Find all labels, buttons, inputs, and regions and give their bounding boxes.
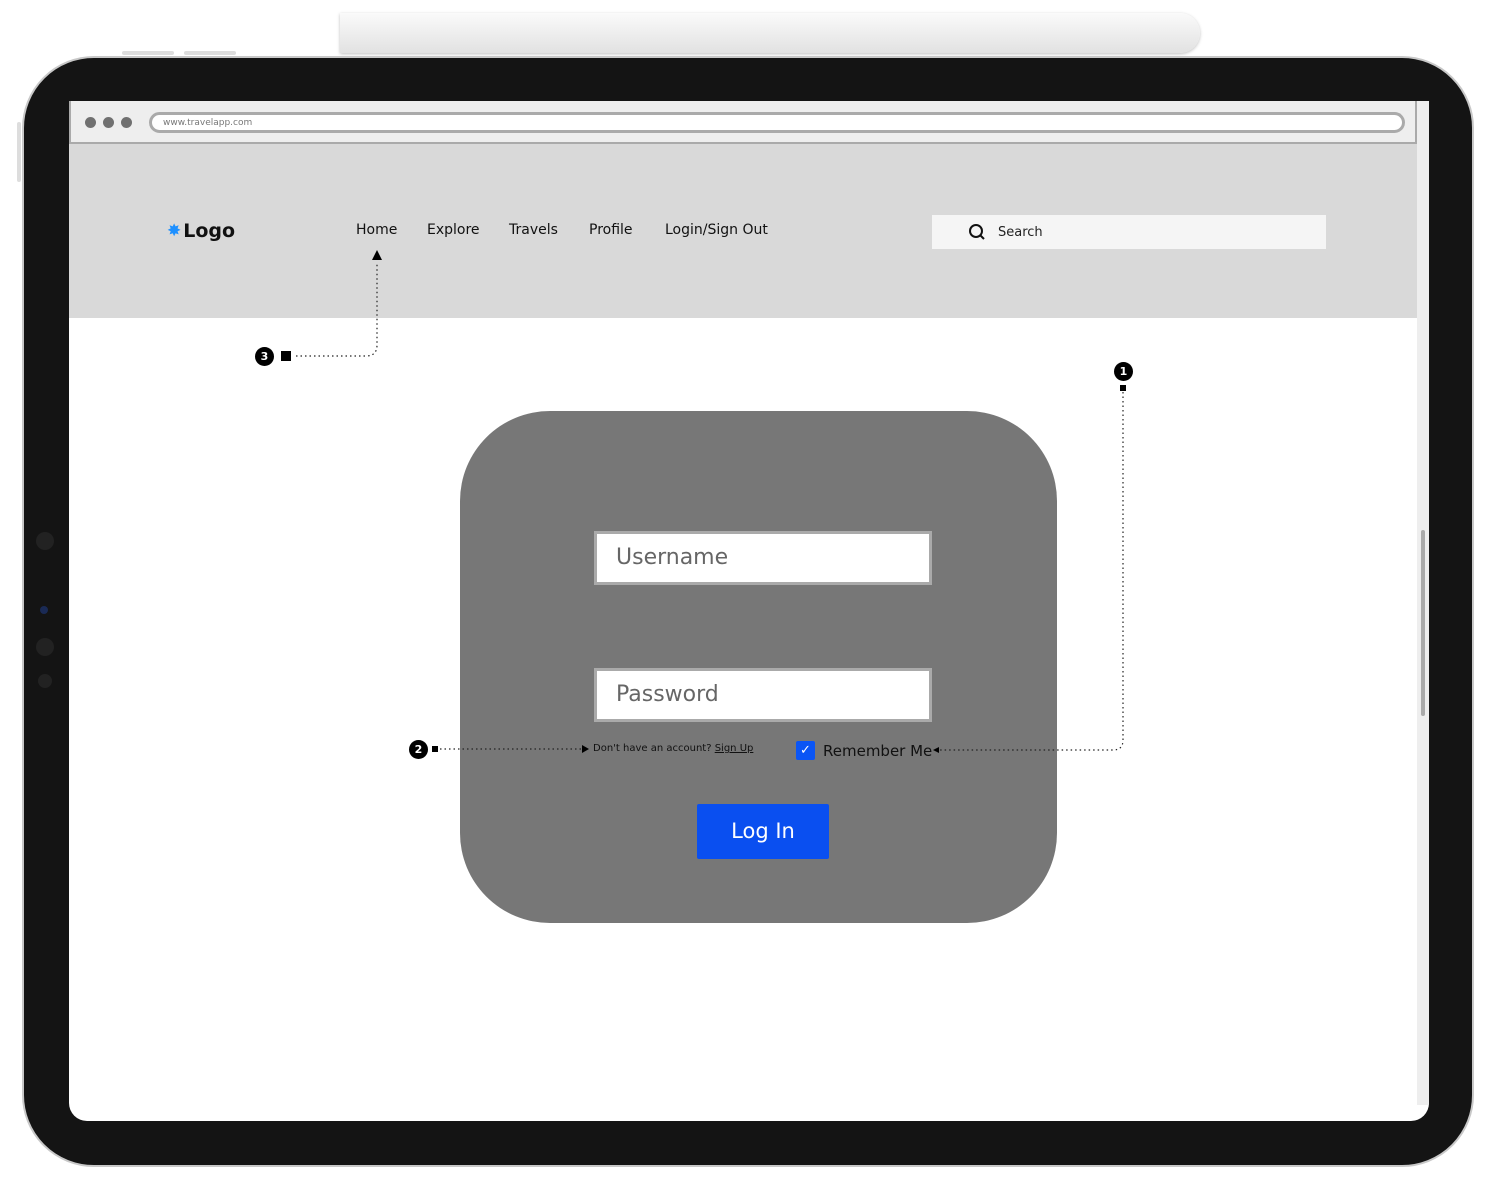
anchor-square bbox=[1120, 385, 1126, 391]
annotation-badge-3: 3 bbox=[255, 347, 274, 366]
connector-1 bbox=[940, 392, 1124, 751]
annotation-badge-1: 1 bbox=[1114, 362, 1133, 381]
anchor-square bbox=[432, 746, 438, 752]
arrow-right-icon bbox=[582, 745, 589, 753]
arrow-left-icon bbox=[933, 747, 939, 753]
annotation-badge-2: 2 bbox=[409, 740, 428, 759]
annotation-connectors bbox=[281, 250, 1126, 753]
arrow-up-icon bbox=[372, 250, 382, 260]
anchor-square bbox=[281, 351, 291, 361]
connector-3 bbox=[296, 262, 378, 357]
